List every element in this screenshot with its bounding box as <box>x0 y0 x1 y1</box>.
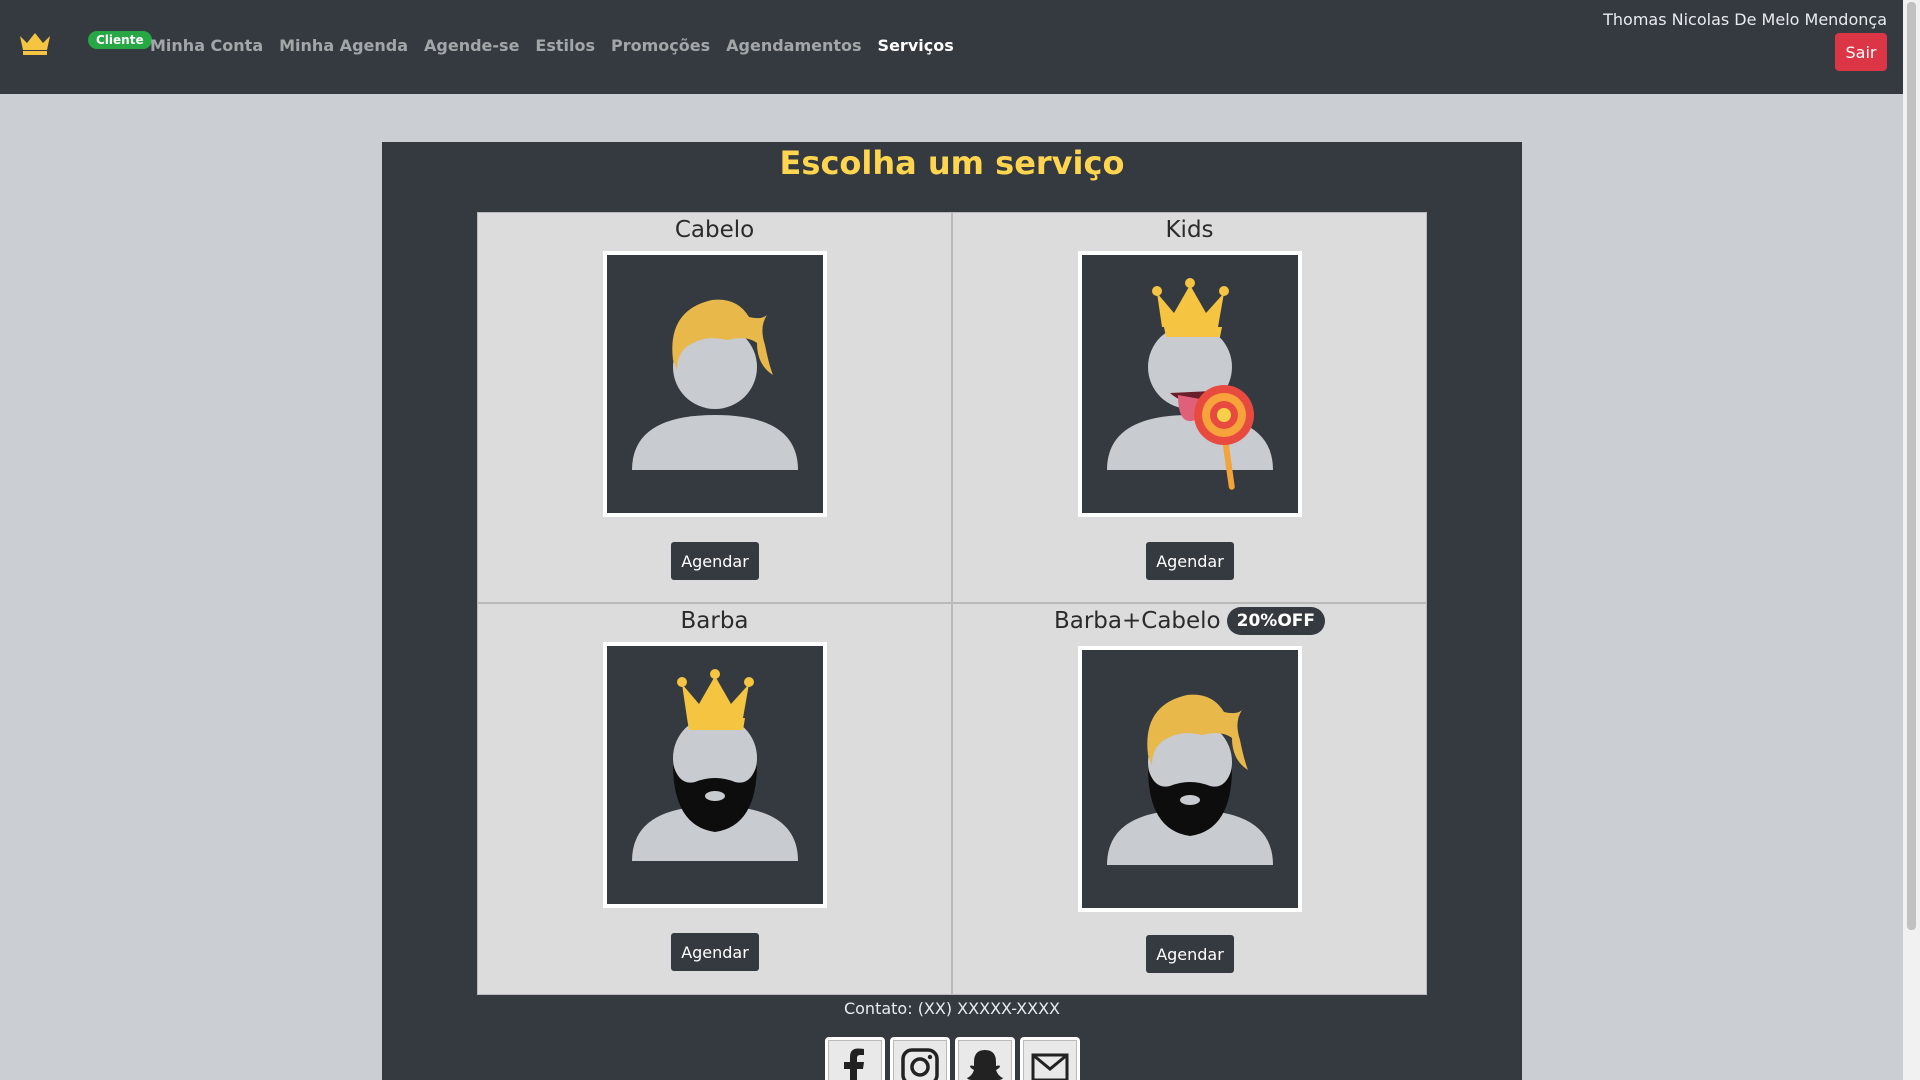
nav-link-agende-se[interactable]: Agende-se <box>424 36 519 55</box>
hair-avatar-icon <box>607 255 823 513</box>
facebook-link[interactable] <box>825 1037 885 1080</box>
service-image <box>1078 646 1302 912</box>
nav-link-minha-agenda[interactable]: Minha Agenda <box>279 36 408 55</box>
service-name: Kids <box>1165 217 1214 243</box>
nav-link-promocoes[interactable]: Promoções <box>611 36 710 55</box>
nav-link-minha-conta[interactable]: Minha Conta <box>150 36 263 55</box>
contact-text: Contato: (XX) XXXXX-XXXX <box>843 999 1061 1018</box>
service-image <box>603 642 827 908</box>
services-grid: Cabelo Agendar Kids Agendar Barba Agenda… <box>477 212 1427 995</box>
snapchat-icon <box>967 1050 1003 1080</box>
discount-badge: 20%OFF <box>1226 607 1326 635</box>
service-name: Barba <box>680 608 749 634</box>
facebook-icon <box>844 1048 864 1080</box>
schedule-button[interactable]: Agendar <box>1146 935 1234 973</box>
crown-logo-icon[interactable] <box>18 30 52 56</box>
service-image <box>603 251 827 517</box>
email-icon <box>1031 1053 1069 1080</box>
scrollbar-thumb[interactable] <box>1907 2 1916 930</box>
instagram-icon <box>901 1048 939 1080</box>
page-title: Escolha um serviço <box>779 144 1125 182</box>
service-title: Barba <box>478 606 951 636</box>
nav-link-agendamentos[interactable]: Agendamentos <box>726 36 861 55</box>
instagram-link[interactable] <box>890 1037 950 1080</box>
services-panel: Escolha um serviço Cabelo Agendar Kids A… <box>382 142 1522 1080</box>
beard-crown-icon <box>607 646 823 904</box>
nav-link-estilos[interactable]: Estilos <box>535 36 595 55</box>
schedule-button[interactable]: Agendar <box>671 933 759 971</box>
service-image <box>1078 251 1302 517</box>
logout-button[interactable]: Sair <box>1835 33 1887 71</box>
service-card-cabelo: Cabelo Agendar <box>477 212 952 603</box>
user-name: Thomas Nicolas De Melo Mendonça <box>1603 10 1887 29</box>
page-scrollbar[interactable] <box>1903 0 1920 1080</box>
service-title: Barba+Cabelo 20%OFF <box>953 606 1426 636</box>
service-card-kids: Kids Agendar <box>952 212 1427 603</box>
nav-links: Minha Conta Minha Agenda Agende-se Estil… <box>150 36 954 55</box>
social-links <box>825 1037 1080 1080</box>
email-link[interactable] <box>1020 1037 1080 1080</box>
service-card-barba-cabelo: Barba+Cabelo 20%OFF Agendar <box>952 603 1427 995</box>
top-navbar: Cliente Minha Conta Minha Agenda Agende-… <box>0 0 1903 94</box>
schedule-button[interactable]: Agendar <box>671 542 759 580</box>
schedule-button[interactable]: Agendar <box>1146 542 1234 580</box>
service-name: Barba+Cabelo <box>1053 608 1221 634</box>
hair-beard-icon <box>1082 650 1298 908</box>
service-name: Cabelo <box>674 217 755 243</box>
snapchat-link[interactable] <box>955 1037 1015 1080</box>
role-badge: Cliente <box>88 31 152 49</box>
kid-crown-lollipop-icon <box>1082 255 1298 513</box>
nav-link-servicos[interactable]: Serviços <box>878 36 954 55</box>
service-card-barba: Barba Agendar <box>477 603 952 995</box>
service-title: Kids <box>953 215 1426 245</box>
service-title: Cabelo <box>478 215 951 245</box>
